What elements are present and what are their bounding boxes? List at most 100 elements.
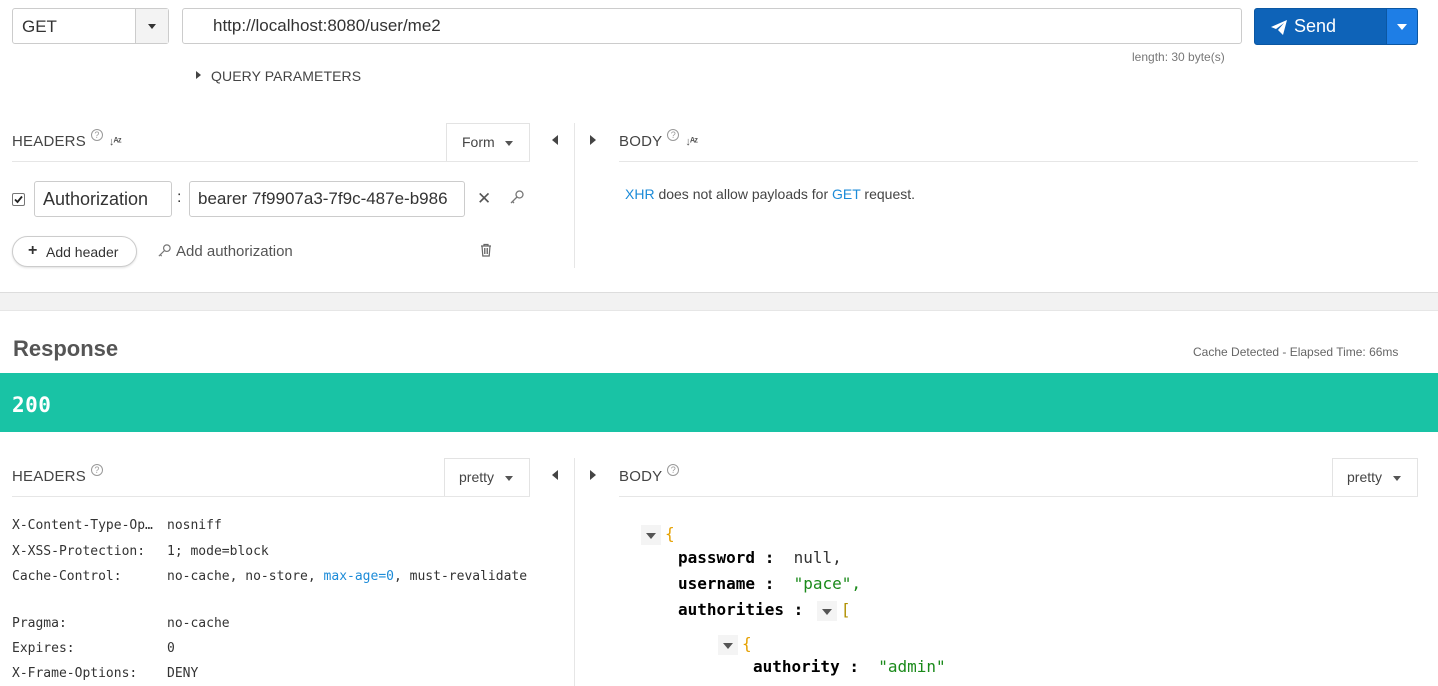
url-length: length: 30 byte(s) [1132, 50, 1225, 64]
header-value-input[interactable] [189, 181, 465, 217]
response-header-key: Pragma: [12, 616, 67, 631]
header-name-input[interactable] [34, 181, 172, 217]
status-bar: 200 [0, 373, 1438, 432]
trash-icon[interactable] [480, 243, 492, 262]
chevron-down-icon [1397, 24, 1407, 30]
response-header-row: X-Frame-Options: DENY [12, 663, 537, 686]
response-header-value: no-cache, no-store, max-age=0, must-reva… [167, 569, 528, 584]
pane-divider [574, 123, 575, 268]
request-headers-title: HEADERS [12, 133, 86, 150]
note-text: does not allow payloads for [654, 186, 833, 202]
response-header-row: Cache-Control: no-cache, no-store, max-ag… [12, 566, 539, 596]
response-body-title: BODY [619, 468, 663, 485]
response-header-value: DENY [167, 666, 199, 681]
key-icon [158, 244, 171, 257]
xhr-link[interactable]: XHR [625, 186, 655, 202]
json-key: authority [753, 657, 840, 676]
response-header-value: 0 [167, 641, 175, 656]
collapse-left-icon[interactable] [552, 470, 558, 480]
divider [12, 161, 530, 162]
request-headers-view-select[interactable]: Form [446, 123, 530, 161]
caret-right-icon [196, 71, 201, 80]
check-icon [14, 195, 23, 204]
help-icon[interactable]: ? [667, 129, 680, 141]
method-value: GET [22, 17, 57, 36]
collapse-toggle-icon[interactable] [816, 600, 837, 621]
sort-icon[interactable]: ↓ᴬᶻ [109, 136, 122, 148]
header-colon: : [177, 189, 182, 206]
add-header-button[interactable]: + Add header [12, 236, 137, 267]
response-headers-title: HEADERS [12, 468, 86, 485]
collapse-right-icon[interactable] [590, 135, 596, 145]
divider [619, 161, 1418, 162]
header-enabled-checkbox[interactable] [12, 193, 25, 206]
json-field: password : null, [678, 548, 842, 567]
json-value: "pace", [793, 574, 862, 593]
request-body-heading: BODY ? ↓ᴬᶻ [619, 129, 698, 151]
response-body-view-label: pretty [1347, 469, 1383, 485]
add-authorization-label: Add authorization [176, 243, 293, 260]
status-code: 200 [12, 393, 52, 417]
help-icon[interactable]: ? [90, 129, 103, 141]
json-value: null, [793, 548, 842, 567]
paper-plane-icon [1271, 20, 1287, 35]
response-header-value: nosniff [167, 518, 222, 533]
request-headers-heading: HEADERS ? ↓ᴬᶻ [12, 129, 122, 151]
response-header-value: no-cache [167, 616, 230, 631]
query-parameters-label: QUERY PARAMETERS [211, 68, 362, 84]
collapse-left-icon[interactable] [552, 135, 558, 145]
pane-divider [574, 458, 575, 686]
json-value: "admin" [878, 657, 946, 676]
response-body-heading: BODY? [619, 464, 680, 486]
send-options-toggle[interactable] [1386, 9, 1417, 44]
send-button-label: Send [1294, 16, 1337, 36]
url-input[interactable] [182, 8, 1242, 44]
collapse-right-icon[interactable] [590, 470, 596, 480]
json-field: username : "pace", [678, 574, 862, 593]
response-header-key: X-XSS-Protection: [12, 544, 146, 559]
elapsed-time: Cache Detected - Elapsed Time: 66ms [1193, 345, 1399, 359]
help-icon[interactable]: ? [667, 464, 680, 476]
sort-icon[interactable]: ↓ᴬᶻ [685, 136, 698, 148]
method-select[interactable]: GET [12, 8, 169, 44]
chevron-down-icon [148, 24, 156, 29]
response-headers-heading: HEADERS? [12, 464, 103, 486]
send-button-group: Send [1254, 8, 1418, 45]
json-key: username [678, 574, 756, 593]
collapse-toggle-icon[interactable] [718, 634, 738, 655]
section-divider-band [0, 292, 1438, 311]
response-headers-view-select[interactable]: pretty [444, 458, 530, 496]
response-header-value: 1; mode=block [167, 544, 269, 559]
key-icon[interactable] [509, 189, 525, 210]
divider [12, 496, 530, 497]
response-headers-view-label: pretty [459, 469, 495, 485]
response-header-key: Expires: [12, 641, 75, 656]
chevron-down-icon [1393, 476, 1401, 481]
response-header-key: X-Frame-Options: [12, 666, 138, 681]
help-icon[interactable]: ? [90, 464, 103, 476]
response-body-view-select[interactable]: pretty [1332, 458, 1418, 496]
remove-header-icon[interactable]: ✕ [477, 189, 491, 209]
json-key: authorities [678, 600, 784, 619]
chevron-down-icon [505, 141, 513, 146]
query-parameters-toggle[interactable]: QUERY PARAMETERS [196, 68, 361, 84]
request-body-title: BODY [619, 133, 663, 150]
method-dropdown-toggle[interactable] [135, 9, 168, 43]
get-link[interactable]: GET [832, 186, 861, 202]
add-authorization-link[interactable]: Add authorization [157, 243, 293, 260]
plus-icon: + [28, 242, 38, 259]
collapse-toggle-icon[interactable] [641, 524, 661, 545]
send-button[interactable]: Send [1255, 9, 1387, 44]
request-body-note: XHR does not allow payloads for GET requ… [625, 186, 915, 202]
json-array-item: { [718, 634, 752, 655]
json-field: authorities : [ [678, 600, 851, 621]
chevron-down-icon [505, 476, 513, 481]
response-header-key: X-Content-Type-Op… [12, 518, 153, 533]
json-key: password [678, 548, 756, 567]
note-text-end: request. [860, 186, 916, 202]
response-header-key: Cache-Control: [12, 569, 122, 584]
divider [619, 496, 1418, 497]
response-title: Response [13, 336, 119, 361]
json-field: authority : "admin" [753, 657, 946, 676]
json-root-line: { [641, 524, 675, 545]
